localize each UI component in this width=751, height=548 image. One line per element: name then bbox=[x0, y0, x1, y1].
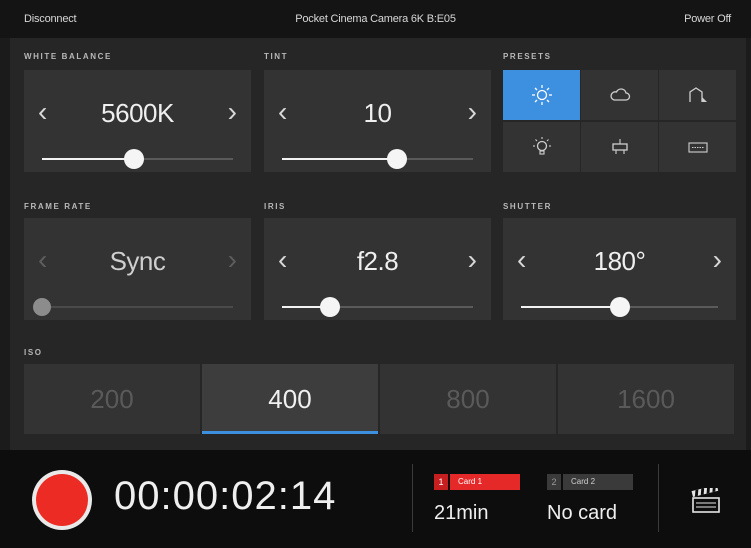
slate-button[interactable] bbox=[690, 484, 722, 519]
frame-rate-label: FRAME RATE bbox=[24, 202, 92, 211]
tint-value: 10 bbox=[363, 98, 392, 128]
cloud-icon bbox=[609, 88, 630, 101]
tint-slider-knob[interactable] bbox=[386, 149, 407, 169]
iso-label: ISO bbox=[24, 348, 43, 357]
shutter-increase-icon[interactable]: › bbox=[713, 246, 722, 274]
card-2-remaining: No card bbox=[547, 502, 618, 524]
card-1-remaining: 21min bbox=[434, 502, 489, 524]
shade-icon bbox=[688, 87, 707, 102]
divider bbox=[658, 464, 659, 532]
iris-label: IRIS bbox=[264, 202, 286, 211]
iso-option-label: 800 bbox=[446, 384, 490, 414]
frame-rate-slider[interactable] bbox=[33, 298, 233, 316]
white-balance-slider-fill bbox=[42, 158, 134, 160]
iris-slider[interactable] bbox=[282, 297, 473, 317]
fluorescent-icon bbox=[611, 139, 628, 154]
iso-option-label: 400 bbox=[268, 384, 312, 414]
camera-name: Pocket Cinema Camera 6K B:E05 bbox=[295, 13, 456, 25]
custom-icon bbox=[687, 142, 708, 153]
frame-rate-increase-icon[interactable]: › bbox=[228, 246, 237, 274]
sun-icon bbox=[531, 85, 552, 105]
iso-option-label: 200 bbox=[90, 384, 134, 414]
iris-tile: ‹ f2.8 › bbox=[264, 218, 491, 320]
iris-value: f2.8 bbox=[356, 246, 399, 276]
tint-tile: ‹ 10 › bbox=[264, 70, 491, 172]
bottom-bar: 00:00:02:14 1 Card 1 21min 2 Card 2 No c… bbox=[0, 450, 751, 548]
power-off-button[interactable]: Power Off bbox=[684, 13, 731, 25]
shutter-value: 180° bbox=[593, 246, 646, 276]
presets-label: PRESETS bbox=[503, 52, 552, 61]
iso-option-label: 1600 bbox=[617, 384, 675, 414]
iso-option-800[interactable]: 800 bbox=[380, 364, 556, 434]
record-button[interactable] bbox=[32, 470, 92, 530]
iso-selected-indicator bbox=[202, 431, 378, 434]
preset-fluorescent-button[interactable] bbox=[581, 122, 658, 172]
tint-increase-icon[interactable]: › bbox=[468, 98, 477, 126]
white-balance-slider[interactable] bbox=[42, 149, 233, 169]
frame-rate-tile: ‹ Sync › bbox=[24, 218, 251, 320]
iso-option-1600[interactable]: 1600 bbox=[558, 364, 734, 434]
tint-label: TINT bbox=[264, 52, 289, 61]
card-2-status[interactable]: 2 Card 2 No card bbox=[547, 474, 633, 525]
white-balance-value: 5600K bbox=[101, 98, 174, 128]
card-2-header: 2 Card 2 bbox=[547, 474, 633, 490]
top-bar: Disconnect Pocket Cinema Camera 6K B:E05… bbox=[0, 0, 751, 38]
white-balance-label: WHITE BALANCE bbox=[24, 52, 112, 61]
card-2-number: 2 bbox=[547, 474, 561, 490]
iso-selector: 200 400 800 1600 bbox=[24, 364, 734, 434]
preset-custom-button[interactable] bbox=[659, 122, 736, 172]
shutter-tile: ‹ 180° › bbox=[503, 218, 736, 320]
record-icon bbox=[36, 474, 88, 526]
shutter-slider-fill bbox=[521, 306, 620, 308]
white-balance-increase-icon[interactable]: › bbox=[228, 98, 237, 126]
white-balance-tile: ‹ 5600K › bbox=[24, 70, 251, 172]
tungsten-bulb-icon bbox=[532, 137, 551, 155]
tint-slider-fill bbox=[282, 158, 397, 160]
shutter-slider[interactable] bbox=[521, 297, 718, 317]
card-1-name: Card 1 bbox=[450, 474, 520, 490]
shutter-label: SHUTTER bbox=[503, 202, 552, 211]
iris-increase-icon[interactable]: › bbox=[468, 246, 477, 274]
preset-cloudy-button[interactable] bbox=[581, 70, 658, 120]
shutter-slider-knob[interactable] bbox=[609, 297, 630, 317]
white-balance-slider-knob[interactable] bbox=[123, 149, 144, 169]
card-1-status[interactable]: 1 Card 1 21min bbox=[434, 474, 520, 525]
divider bbox=[412, 464, 413, 532]
card-1-number: 1 bbox=[434, 474, 448, 490]
iso-option-200[interactable]: 200 bbox=[24, 364, 200, 434]
settings-panel: WHITE BALANCE ‹ 5600K › TINT ‹ 10 › PRES… bbox=[10, 38, 746, 450]
card-1-header: 1 Card 1 bbox=[434, 474, 520, 490]
timecode: 00:00:02:14 bbox=[114, 474, 337, 518]
preset-daylight-button[interactable] bbox=[503, 70, 580, 120]
preset-shade-button[interactable] bbox=[659, 70, 736, 120]
frame-rate-slider-knob[interactable] bbox=[33, 298, 51, 316]
frame-rate-value: Sync bbox=[109, 246, 166, 276]
presets-grid bbox=[503, 70, 736, 172]
clapperboard-icon bbox=[691, 484, 720, 513]
iris-slider-knob[interactable] bbox=[319, 297, 340, 317]
tint-slider[interactable] bbox=[282, 149, 473, 169]
preset-tungsten-button[interactable] bbox=[503, 122, 580, 172]
iso-option-400[interactable]: 400 bbox=[202, 364, 378, 434]
card-2-name: Card 2 bbox=[563, 474, 633, 490]
